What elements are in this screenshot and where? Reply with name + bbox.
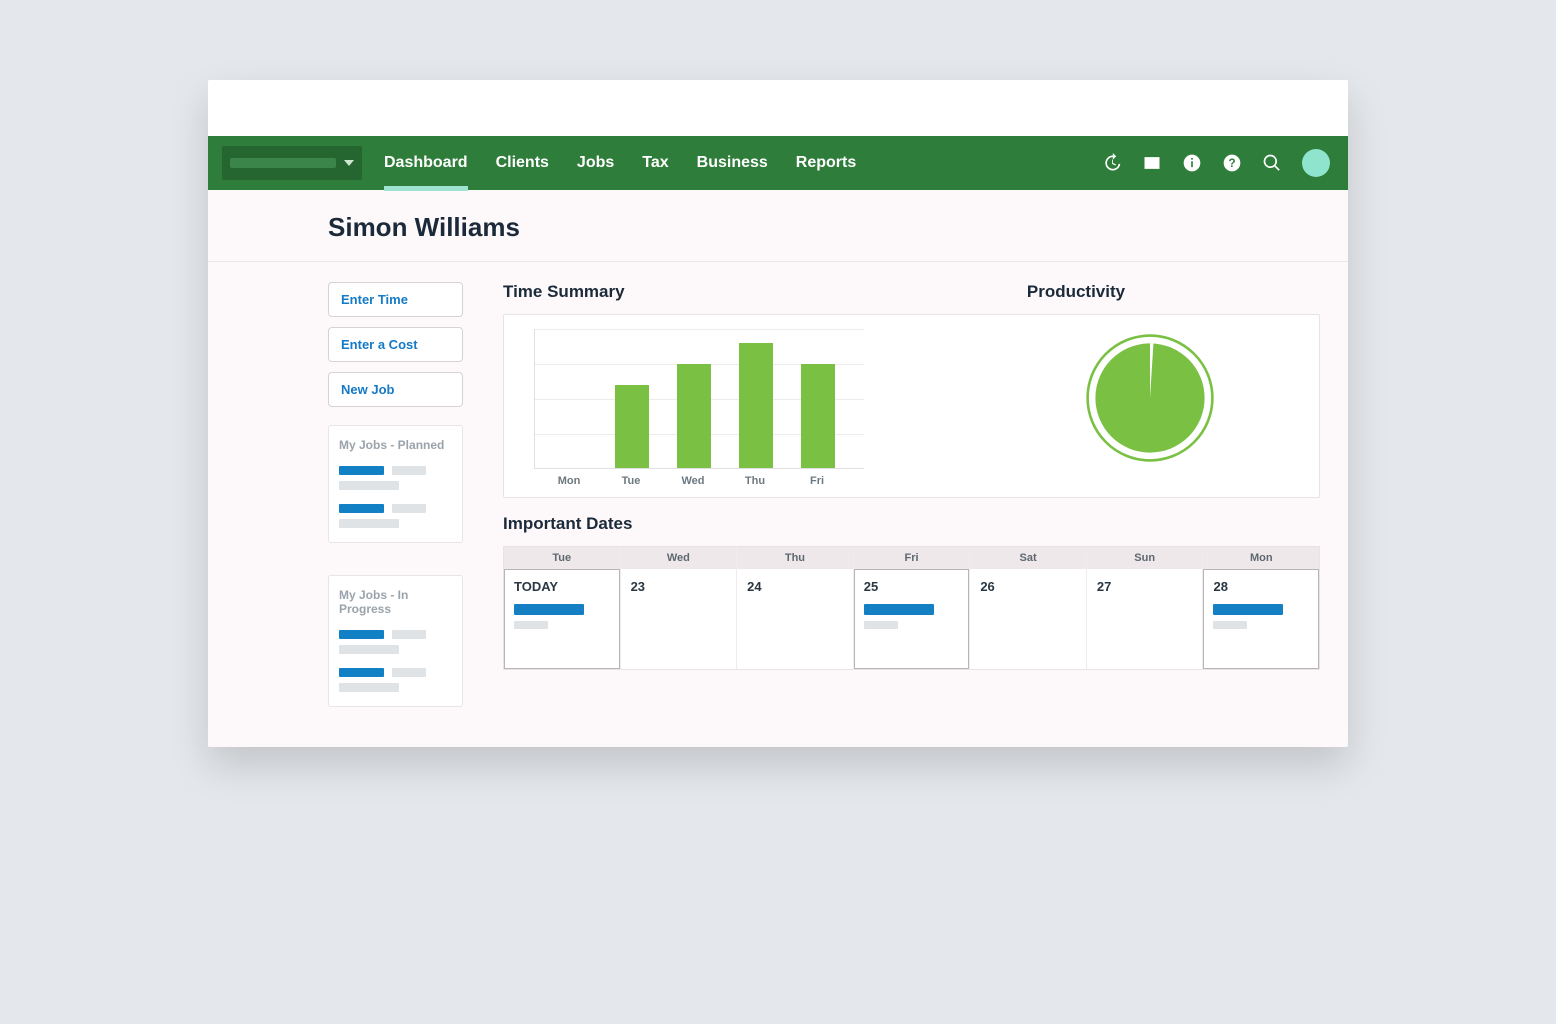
bar-label: Fri: [800, 475, 834, 487]
day-body: 28: [1203, 569, 1319, 669]
bar-label: Tue: [614, 475, 648, 487]
help-icon[interactable]: ?: [1222, 153, 1242, 173]
bar-label: Mon: [552, 475, 586, 487]
day-header: Mon: [1203, 547, 1319, 569]
bar-fri: [801, 364, 835, 468]
day-number: TODAY: [514, 579, 610, 594]
window-padding-top: [208, 80, 1348, 136]
day-header: Thu: [737, 547, 853, 569]
nav-business[interactable]: Business: [697, 136, 768, 190]
day-body: 26: [970, 569, 1086, 669]
event-bar[interactable]: [1213, 604, 1283, 615]
avatar[interactable]: [1302, 149, 1330, 177]
org-switcher[interactable]: [222, 146, 362, 180]
day-column[interactable]: Sun 27: [1086, 547, 1203, 669]
nav-icon-group: ?: [1102, 149, 1330, 177]
day-body: TODAY: [504, 569, 620, 669]
nav-clients[interactable]: Clients: [496, 136, 549, 190]
day-header: Fri: [854, 547, 970, 569]
new-job-button[interactable]: New Job: [328, 372, 463, 407]
event-sub: [514, 621, 548, 629]
bar-tue: [615, 385, 649, 468]
panel-jobs-inprogress: My Jobs - In Progress: [328, 575, 463, 707]
day-number: 24: [747, 579, 843, 594]
svg-text:?: ?: [1228, 157, 1235, 170]
main: Time Summary Productivity MonTueWedThuFr…: [503, 282, 1320, 707]
day-header: Sat: [970, 547, 1086, 569]
event-bar[interactable]: [864, 604, 934, 615]
nav-reports[interactable]: Reports: [796, 136, 856, 190]
bar-wed: [677, 364, 711, 468]
nav-tax[interactable]: Tax: [642, 136, 668, 190]
event-sub: [864, 621, 898, 629]
calendar-week: Tue TODAY Wed 23 Thu 24 Fri 25 Sat 26 Sun 27 Mon 28: [503, 546, 1320, 670]
day-header: Sun: [1087, 547, 1203, 569]
info-icon[interactable]: [1182, 153, 1202, 173]
sidebar: Enter Time Enter a Cost New Job My Jobs …: [328, 282, 463, 707]
day-column[interactable]: Mon 28: [1202, 547, 1319, 669]
bar-label: Thu: [738, 475, 772, 487]
nav-dashboard[interactable]: Dashboard: [384, 136, 468, 190]
search-icon[interactable]: [1262, 153, 1282, 173]
day-number: 28: [1213, 579, 1309, 594]
panel-title: My Jobs - Planned: [339, 438, 452, 452]
day-column[interactable]: Thu 24: [736, 547, 853, 669]
enter-time-button[interactable]: Enter Time: [328, 282, 463, 317]
top-nav: Dashboard Clients Jobs Tax Business Repo…: [208, 136, 1348, 190]
mail-icon[interactable]: [1142, 153, 1162, 173]
day-column[interactable]: Fri 25: [853, 547, 970, 669]
day-number: 27: [1097, 579, 1193, 594]
enter-cost-button[interactable]: Enter a Cost: [328, 327, 463, 362]
list-item[interactable]: [339, 466, 452, 490]
day-header: Tue: [504, 547, 620, 569]
section-title-time-summary: Time Summary: [503, 282, 977, 302]
panel-jobs-planned: My Jobs - Planned: [328, 425, 463, 543]
nav-items: Dashboard Clients Jobs Tax Business Repo…: [384, 136, 856, 190]
day-number: 23: [631, 579, 727, 594]
section-title-important-dates: Important Dates: [503, 514, 1320, 534]
chevron-down-icon: [344, 160, 354, 166]
app-window: Dashboard Clients Jobs Tax Business Repo…: [208, 80, 1348, 747]
day-body: 27: [1087, 569, 1203, 669]
org-name-placeholder: [230, 158, 336, 168]
productivity-donut-chart: [1085, 333, 1215, 463]
day-header: Wed: [621, 547, 737, 569]
list-item[interactable]: [339, 630, 452, 654]
event-sub: [1213, 621, 1247, 629]
content: Enter Time Enter a Cost New Job My Jobs …: [208, 262, 1348, 707]
day-column[interactable]: Sat 26: [969, 547, 1086, 669]
day-body: 24: [737, 569, 853, 669]
bar-thu: [739, 343, 773, 468]
day-number: 25: [864, 579, 960, 594]
page: Simon Williams Enter Time Enter a Cost N…: [208, 190, 1348, 747]
list-item[interactable]: [339, 668, 452, 692]
history-icon[interactable]: [1102, 153, 1122, 173]
day-column[interactable]: Wed 23: [620, 547, 737, 669]
day-body: 23: [621, 569, 737, 669]
charts-panel: Mon Tue Wed Thu Fri: [503, 314, 1320, 498]
panel-title: My Jobs - In Progress: [339, 588, 452, 616]
section-title-productivity: Productivity: [1027, 282, 1320, 302]
bar-label: Wed: [676, 475, 710, 487]
page-title: Simon Williams: [208, 190, 1348, 262]
day-column[interactable]: Tue TODAY: [504, 547, 620, 669]
day-body: 25: [854, 569, 970, 669]
day-number: 26: [980, 579, 1076, 594]
list-item[interactable]: [339, 504, 452, 528]
time-summary-bar-chart: Mon Tue Wed Thu Fri: [534, 329, 864, 487]
nav-jobs[interactable]: Jobs: [577, 136, 614, 190]
event-bar[interactable]: [514, 604, 584, 615]
